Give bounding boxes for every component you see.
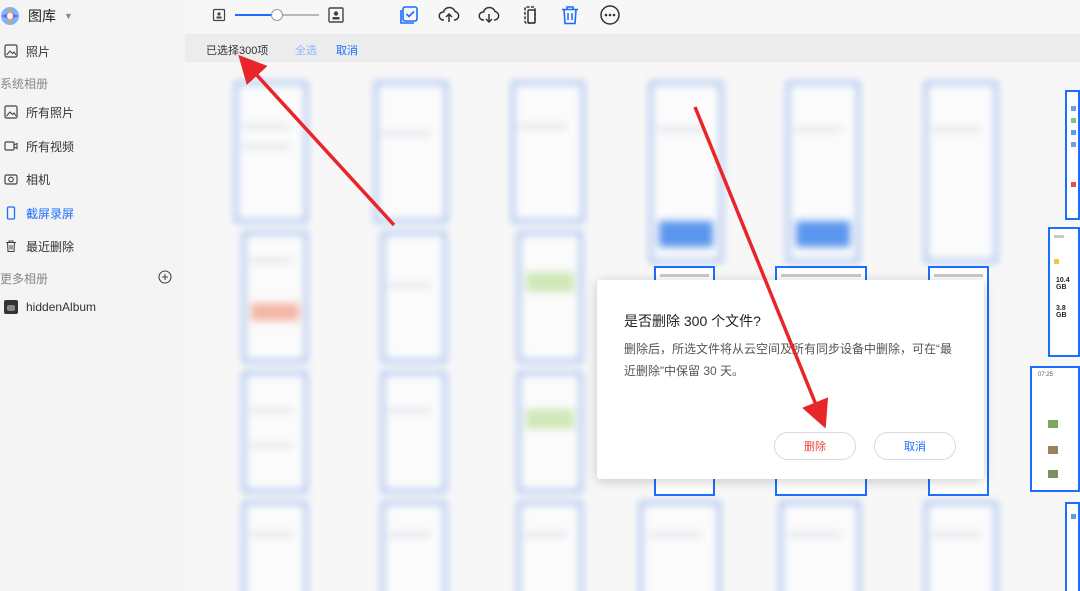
sidebar-item-label: 相机 <box>26 172 51 187</box>
sidebar-item-label: 所有照片 <box>26 105 75 120</box>
confirm-delete-button[interactable]: 删除 <box>774 432 856 460</box>
photo-thumbnail[interactable] <box>1065 502 1080 591</box>
photo-thumbnail[interactable] <box>243 372 307 492</box>
toolbar <box>185 0 1080 34</box>
sidebar-item-screenshots[interactable]: 截屏录屏 <box>4 202 74 224</box>
select-all-link[interactable]: 全选 <box>295 42 317 58</box>
camera-icon <box>4 174 18 185</box>
sidebar-item-label: 最近删除 <box>26 239 75 254</box>
selection-count: 已选择300项 <box>206 45 269 57</box>
sidebar-item-label: 截屏录屏 <box>26 206 75 221</box>
sidebar-item-camera[interactable]: 相机 <box>4 168 50 190</box>
dialog-message: 删除后，所选文件将从云空间及所有同步设备中删除，可在“最近删除”中保留 30 天… <box>624 342 952 378</box>
photo-thumbnail[interactable] <box>382 372 446 492</box>
image-icon <box>4 44 18 58</box>
chevron-down-icon: ▼ <box>64 11 73 21</box>
image-icon <box>4 105 18 119</box>
photo-thumbnail[interactable] <box>518 372 582 492</box>
section-more-albums: 更多相册 <box>0 272 49 286</box>
dialog-title: 是否删除 300 个文件? <box>624 313 761 329</box>
photo-thumbnail[interactable] <box>382 502 446 591</box>
time-text: 07:25 <box>1038 372 1054 378</box>
photo-thumbnail[interactable] <box>780 502 860 591</box>
cancel-button[interactable]: 取消 <box>874 432 956 460</box>
photo-thumbnail[interactable] <box>243 232 307 362</box>
sidebar-item-all-photos[interactable]: 所有照片 <box>4 101 74 123</box>
selection-bar: 已选择300项 全选 取消 <box>185 34 1080 62</box>
download-icon[interactable] <box>478 4 500 26</box>
photo-thumbnail[interactable]: 10.4 GB 3.8 GB <box>1048 227 1080 357</box>
delete-confirm-dialog: 是否删除 300 个文件? 删除后，所选文件将从云空间及所有同步设备中删除，可在… <box>597 280 984 479</box>
photo-thumbnail[interactable] <box>640 502 720 591</box>
sidebar-item-photos[interactable]: 照片 <box>4 40 50 62</box>
zoom-slider[interactable] <box>235 9 319 21</box>
select-all-icon[interactable] <box>398 4 420 26</box>
photo-thumbnail[interactable] <box>512 82 584 222</box>
add-album-icon[interactable] <box>158 270 172 284</box>
sidebar: 图库 ▼ 照片 系统相册 所有照片 所有视频 相机 截屏录屏 最近删除 更多相册… <box>0 0 185 591</box>
photo-thumbnail[interactable] <box>650 82 722 262</box>
photo-thumbnail[interactable] <box>925 82 997 262</box>
photo-thumbnail[interactable] <box>518 502 582 591</box>
storage-value-text: 10.4 GB <box>1056 277 1070 291</box>
app-title-menu[interactable]: 图库 ▼ <box>0 4 73 28</box>
delete-icon[interactable] <box>559 4 581 26</box>
section-system-albums: 系统相册 <box>0 77 49 91</box>
cancel-selection-link[interactable]: 取消 <box>336 42 358 58</box>
sidebar-item-all-videos[interactable]: 所有视频 <box>4 135 74 157</box>
sidebar-item-label: 所有视频 <box>26 139 75 154</box>
phone-icon <box>6 206 16 220</box>
photo-thumbnail[interactable]: 07:25 <box>1030 366 1080 492</box>
photo-thumbnail[interactable] <box>382 232 446 362</box>
album-thumbnail <box>4 300 18 314</box>
storage-value-text: 3.8 GB <box>1056 305 1067 319</box>
trash-icon <box>6 240 16 253</box>
app-title: 图库 <box>28 8 56 24</box>
photo-thumbnail[interactable] <box>375 82 447 222</box>
zoom-slider-thumb[interactable] <box>271 9 283 21</box>
photo-thumbnail[interactable] <box>925 502 997 591</box>
sidebar-item-label: 照片 <box>26 44 51 59</box>
upload-icon[interactable] <box>438 4 460 26</box>
photo-thumbnail[interactable] <box>243 502 307 591</box>
more-icon[interactable] <box>599 4 621 26</box>
gallery-logo-icon <box>1 7 19 25</box>
photo-thumbnail[interactable] <box>235 82 307 222</box>
large-thumbnail-icon[interactable] <box>327 6 345 24</box>
photo-thumbnail[interactable] <box>787 82 859 262</box>
sidebar-item-label: hiddenAlbum <box>26 300 97 314</box>
photo-thumbnail[interactable] <box>1065 90 1080 220</box>
sidebar-item-recently-deleted[interactable]: 最近删除 <box>4 235 74 257</box>
photo-thumbnail[interactable] <box>518 232 582 362</box>
video-icon <box>4 141 18 151</box>
export-icon[interactable] <box>519 4 541 26</box>
small-thumbnail-icon[interactable] <box>212 8 226 22</box>
sidebar-item-hidden-album[interactable]: hiddenAlbum <box>4 296 96 318</box>
